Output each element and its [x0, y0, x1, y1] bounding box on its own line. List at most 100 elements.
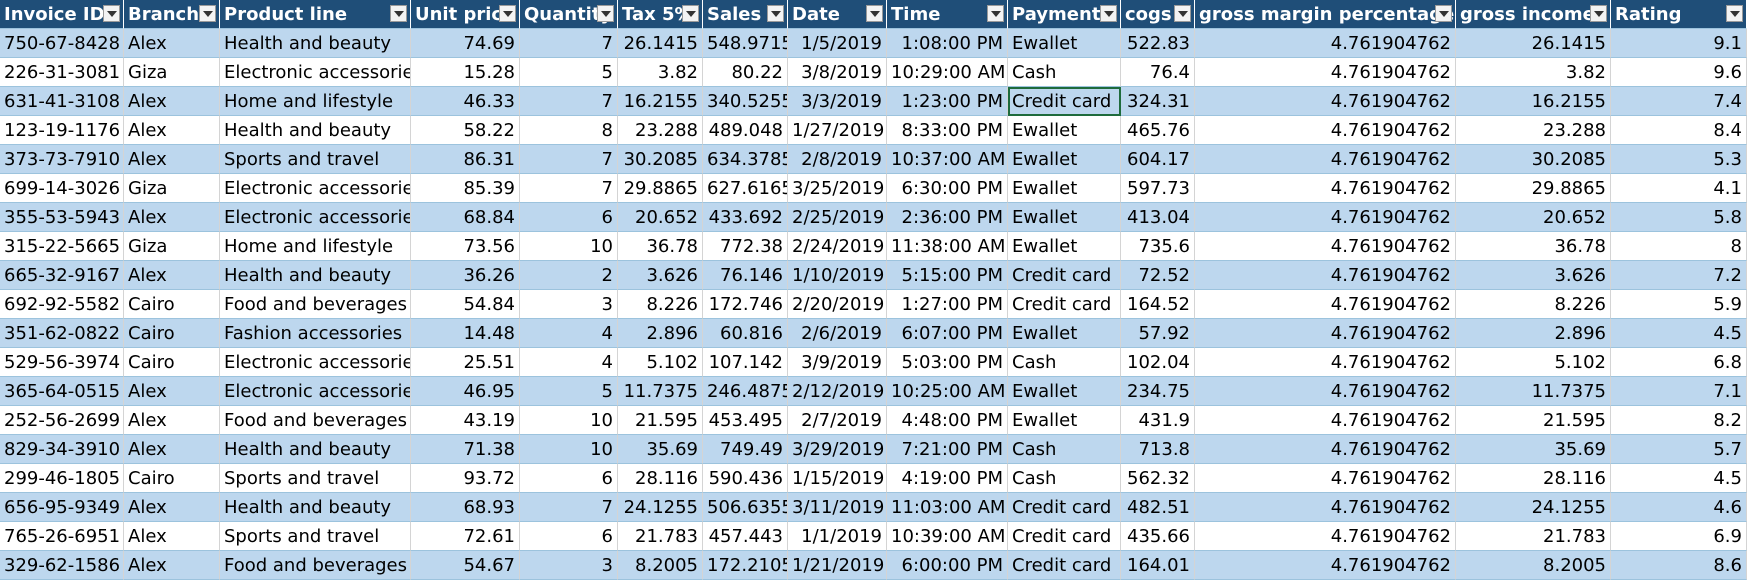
table-cell[interactable]: 522.83: [1121, 29, 1195, 58]
table-cell[interactable]: Sports and travel: [220, 464, 411, 493]
table-cell[interactable]: 5.3: [1611, 145, 1747, 174]
table-cell[interactable]: 21.783: [618, 522, 703, 551]
table-cell[interactable]: 11:38:00 AM: [887, 232, 1008, 261]
table-cell[interactable]: 5.7: [1611, 435, 1747, 464]
table-cell[interactable]: 74.69: [411, 29, 520, 58]
table-cell[interactable]: 5:03:00 PM: [887, 348, 1008, 377]
table-cell[interactable]: 30.2085: [618, 145, 703, 174]
table-cell[interactable]: Alex: [124, 116, 220, 145]
table-cell[interactable]: 8.4: [1611, 116, 1747, 145]
table-cell[interactable]: 529-56-3974: [0, 348, 124, 377]
table-cell[interactable]: 54.67: [411, 551, 520, 580]
table-cell[interactable]: Ewallet: [1008, 116, 1121, 145]
table-cell[interactable]: Alex: [124, 493, 220, 522]
table-cell[interactable]: 2/6/2019: [788, 319, 887, 348]
table-cell[interactable]: Credit card: [1008, 290, 1121, 319]
table-cell[interactable]: Cash: [1008, 348, 1121, 377]
table-cell[interactable]: 26.1415: [618, 29, 703, 58]
table-cell[interactable]: 699-14-3026: [0, 174, 124, 203]
filter-dropdown-icon[interactable]: [390, 5, 407, 22]
table-cell[interactable]: 6: [520, 522, 618, 551]
table-cell[interactable]: 36.78: [618, 232, 703, 261]
table-cell[interactable]: Cairo: [124, 319, 220, 348]
table-cell[interactable]: Fashion accessories: [220, 319, 411, 348]
table-cell[interactable]: Ewallet: [1008, 319, 1121, 348]
table-cell[interactable]: 4.761904762: [1195, 435, 1456, 464]
table-cell[interactable]: Alex: [124, 377, 220, 406]
table-cell[interactable]: 11.7375: [1456, 377, 1611, 406]
table-cell[interactable]: 10:29:00 AM: [887, 58, 1008, 87]
table-cell[interactable]: 3.82: [1456, 58, 1611, 87]
table-cell[interactable]: 60.816: [703, 319, 788, 348]
table-cell[interactable]: Alex: [124, 406, 220, 435]
table-cell[interactable]: 634.3785: [703, 145, 788, 174]
table-cell[interactable]: 4.761904762: [1195, 29, 1456, 58]
table-cell[interactable]: 172.2105: [703, 551, 788, 580]
table-cell[interactable]: 8.2005: [618, 551, 703, 580]
table-cell[interactable]: 329-62-1586: [0, 551, 124, 580]
table-cell[interactable]: 36.26: [411, 261, 520, 290]
table-cell[interactable]: 4.761904762: [1195, 261, 1456, 290]
table-cell[interactable]: 8.226: [1456, 290, 1611, 319]
table-cell[interactable]: 68.93: [411, 493, 520, 522]
table-cell[interactable]: 5: [520, 377, 618, 406]
table-cell[interactable]: 5:15:00 PM: [887, 261, 1008, 290]
table-cell[interactable]: Ewallet: [1008, 232, 1121, 261]
table-cell[interactable]: Credit card: [1008, 87, 1121, 116]
table-cell[interactable]: 665-32-9167: [0, 261, 124, 290]
filter-dropdown-icon[interactable]: [767, 5, 784, 22]
table-cell[interactable]: 453.495: [703, 406, 788, 435]
table-cell[interactable]: 2.896: [618, 319, 703, 348]
table-cell[interactable]: 10:37:00 AM: [887, 145, 1008, 174]
table-cell[interactable]: Home and lifestyle: [220, 232, 411, 261]
table-cell[interactable]: 7:21:00 PM: [887, 435, 1008, 464]
table-cell[interactable]: 8.6: [1611, 551, 1747, 580]
table-cell[interactable]: 72.61: [411, 522, 520, 551]
table-cell[interactable]: 28.116: [1456, 464, 1611, 493]
filter-dropdown-icon[interactable]: [1100, 5, 1117, 22]
table-cell[interactable]: Sports and travel: [220, 145, 411, 174]
table-cell[interactable]: 10: [520, 232, 618, 261]
table-cell[interactable]: 373-73-7910: [0, 145, 124, 174]
table-cell[interactable]: 24.1255: [1456, 493, 1611, 522]
table-cell[interactable]: 2/24/2019: [788, 232, 887, 261]
table-cell[interactable]: 4.761904762: [1195, 377, 1456, 406]
table-cell[interactable]: Electronic accessories: [220, 377, 411, 406]
table-cell[interactable]: 772.38: [703, 232, 788, 261]
table-cell[interactable]: Alex: [124, 203, 220, 232]
table-cell[interactable]: Credit card: [1008, 551, 1121, 580]
table-cell[interactable]: 1:23:00 PM: [887, 87, 1008, 116]
table-cell[interactable]: 6:30:00 PM: [887, 174, 1008, 203]
table-cell[interactable]: 315-22-5665: [0, 232, 124, 261]
table-cell[interactable]: 226-31-3081: [0, 58, 124, 87]
table-cell[interactable]: Electronic accessories: [220, 58, 411, 87]
table-cell[interactable]: 35.69: [1456, 435, 1611, 464]
table-cell[interactable]: 26.1415: [1456, 29, 1611, 58]
table-cell[interactable]: Ewallet: [1008, 377, 1121, 406]
table-cell[interactable]: 76.4: [1121, 58, 1195, 87]
column-header-10[interactable]: Payment: [1008, 0, 1121, 29]
table-cell[interactable]: Ewallet: [1008, 203, 1121, 232]
table-cell[interactable]: Health and beauty: [220, 116, 411, 145]
table-cell[interactable]: Cash: [1008, 435, 1121, 464]
table-cell[interactable]: 23.288: [1456, 116, 1611, 145]
table-cell[interactable]: 735.6: [1121, 232, 1195, 261]
table-cell[interactable]: 4.5: [1611, 319, 1747, 348]
table-cell[interactable]: Ewallet: [1008, 174, 1121, 203]
column-header-4[interactable]: Unit price: [411, 0, 520, 29]
table-cell[interactable]: 5.9: [1611, 290, 1747, 319]
table-cell[interactable]: 435.66: [1121, 522, 1195, 551]
table-cell[interactable]: 1/15/2019: [788, 464, 887, 493]
table-cell[interactable]: Alex: [124, 522, 220, 551]
table-cell[interactable]: 7: [520, 145, 618, 174]
table-cell[interactable]: 11.7375: [618, 377, 703, 406]
column-header-5[interactable]: Quantity: [520, 0, 618, 29]
table-cell[interactable]: 2/12/2019: [788, 377, 887, 406]
table-cell[interactable]: 3: [520, 551, 618, 580]
table-cell[interactable]: 6: [520, 464, 618, 493]
table-cell[interactable]: 246.4875: [703, 377, 788, 406]
table-cell[interactable]: 765-26-6951: [0, 522, 124, 551]
table-cell[interactable]: 4.1: [1611, 174, 1747, 203]
table-cell[interactable]: 340.5255: [703, 87, 788, 116]
table-cell[interactable]: 3/11/2019: [788, 493, 887, 522]
